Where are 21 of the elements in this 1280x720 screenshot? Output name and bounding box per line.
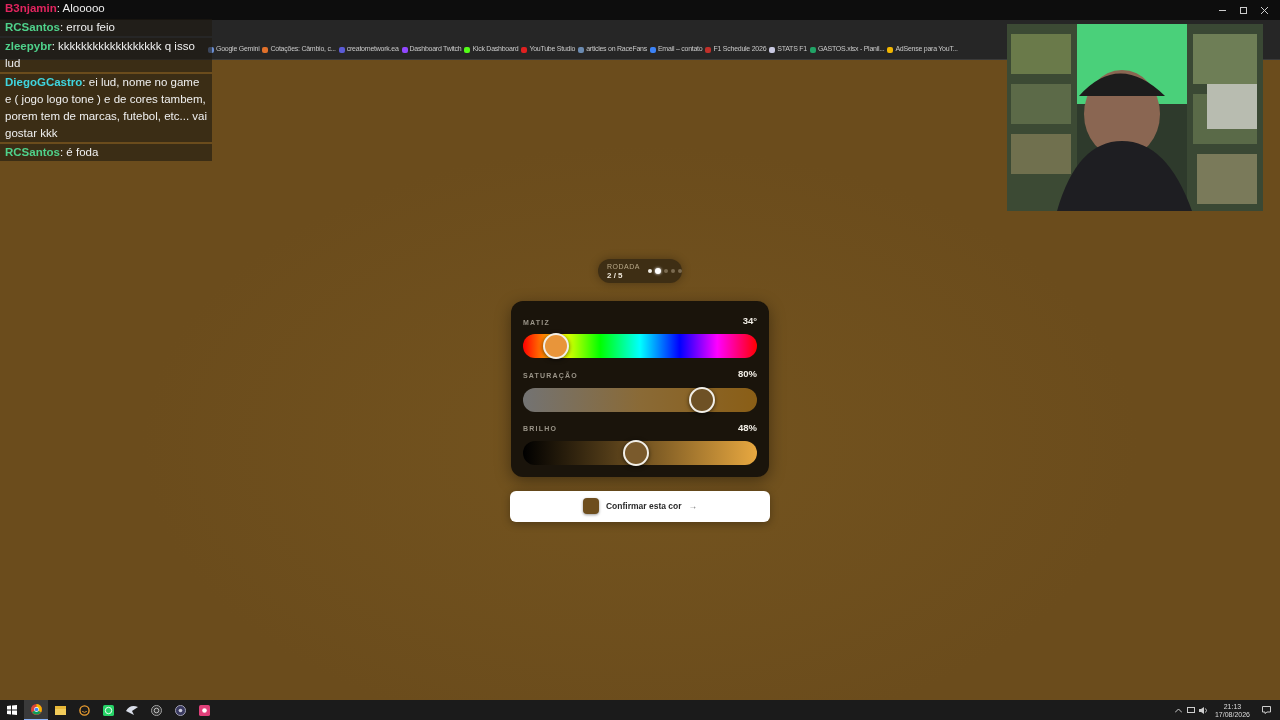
slider-thumb[interactable] [622, 439, 649, 466]
slider-thumb[interactable] [689, 386, 716, 413]
slider-value: 80% [738, 367, 757, 382]
caret-icon[interactable] [1174, 707, 1182, 713]
confirm-button[interactable]: Confirmar esta cor → [510, 490, 770, 522]
chat-message: RCSantos: errou feio [0, 19, 212, 36]
slider-value: 48% [738, 420, 757, 435]
notification-icon[interactable] [1262, 706, 1271, 714]
speaker-icon[interactable] [1198, 706, 1208, 714]
minimize-icon[interactable] [1219, 9, 1226, 11]
monitor-icon[interactable] [1186, 706, 1195, 714]
maximize-icon[interactable] [1240, 6, 1247, 14]
slider-track[interactable] [523, 440, 757, 465]
slider-value: 34° [742, 314, 757, 328]
chat-message: RCSantos: é foda [0, 144, 212, 161]
close-icon[interactable] [1261, 6, 1268, 14]
slider-track[interactable] [523, 334, 757, 359]
slider-track[interactable] [523, 387, 757, 412]
chrome-icon[interactable] [24, 700, 48, 720]
round-counter: 2 / 5 [607, 271, 624, 280]
slider-thumb[interactable] [542, 333, 569, 360]
